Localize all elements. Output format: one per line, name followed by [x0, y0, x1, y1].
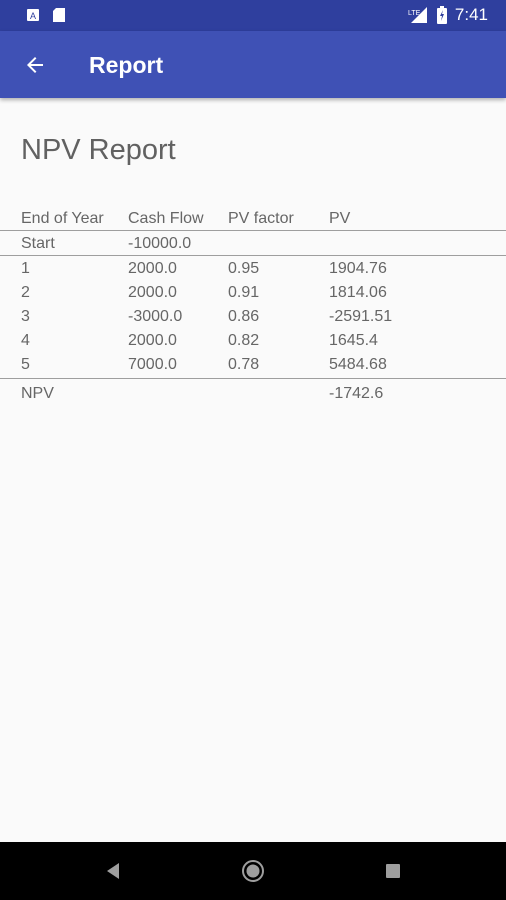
pv-cell: 1904.76: [329, 260, 387, 277]
column-header-pv-factor: PV factor: [228, 210, 294, 227]
triangle-back-icon: [107, 863, 119, 879]
table-row: 4 2000.0 0.82 1645.4: [0, 328, 506, 352]
pv-cell: 1814.06: [329, 284, 387, 301]
back-button[interactable]: [18, 49, 52, 81]
cash-flow-cell: 7000.0: [128, 356, 177, 373]
pv-factor-cell: 0.82: [228, 332, 260, 349]
cash-flow-cell: -3000.0: [128, 308, 183, 325]
cash-flow-cell: 2000.0: [128, 260, 177, 277]
sd-card-icon: [53, 8, 65, 22]
app-bar: Report: [0, 31, 506, 98]
app-notification-icon: A: [27, 9, 39, 21]
nav-home-button[interactable]: [241, 859, 265, 883]
lte-signal-icon: LTE: [408, 7, 427, 23]
pv-cell: -2591.51: [329, 308, 393, 325]
cash-flow-cell: 2000.0: [128, 284, 177, 301]
divider: [0, 378, 506, 379]
pv-cell: 5484.68: [329, 356, 387, 373]
table-row: 3 -3000.0 0.86 -2591.51: [0, 304, 506, 328]
year-cell: 1: [21, 260, 30, 277]
start-cash-flow: -10000.0: [128, 235, 192, 252]
svg-text:A: A: [30, 11, 36, 21]
column-header-pv: PV: [329, 210, 351, 227]
table-header-row: End of Year Cash Flow PV factor PV: [0, 206, 506, 230]
table-row: 5 7000.0 0.78 5484.68: [0, 352, 506, 376]
nav-back-button[interactable]: [101, 859, 125, 883]
year-cell: 2: [21, 284, 30, 301]
pv-factor-cell: 0.86: [228, 308, 260, 325]
status-bar: A LTE 7:41: [0, 0, 506, 31]
cash-flow-cell: 2000.0: [128, 332, 177, 349]
npv-table: End of Year Cash Flow PV factor PV Start…: [0, 206, 506, 405]
column-header-end-of-year: End of Year: [21, 210, 104, 227]
navigation-bar: [0, 842, 506, 900]
arrow-back-icon: [27, 57, 43, 73]
year-cell: 4: [21, 332, 30, 349]
nav-recents-button[interactable]: [381, 859, 405, 883]
clock: 7:41: [454, 5, 488, 24]
pv-cell: 1645.4: [329, 332, 378, 349]
pv-factor-cell: 0.78: [228, 356, 260, 373]
column-header-cash-flow: Cash Flow: [128, 210, 204, 227]
battery-icon: [436, 6, 447, 24]
pv-factor-cell: 0.91: [228, 284, 260, 301]
start-label: Start: [21, 235, 55, 252]
npv-label: NPV: [21, 385, 54, 402]
pv-factor-cell: 0.95: [228, 260, 260, 277]
table-row: 1 2000.0 0.95 1904.76: [0, 256, 506, 280]
start-row: Start -10000.0: [0, 231, 506, 255]
app-bar-title: Report: [89, 52, 164, 78]
svg-text:LTE: LTE: [408, 10, 421, 17]
system-icons: LTE 7:41: [407, 5, 488, 25]
npv-total-row: NPV -1742.6: [0, 381, 506, 405]
notification-icons: A: [26, 7, 66, 23]
circle-home-icon: [242, 860, 264, 882]
year-cell: 5: [21, 356, 30, 373]
table-row: 2 2000.0 0.91 1814.06: [0, 280, 506, 304]
year-cell: 3: [21, 308, 30, 325]
square-recents-icon: [386, 864, 400, 878]
page-title: NPV Report: [21, 134, 176, 166]
npv-value: -1742.6: [329, 385, 384, 402]
